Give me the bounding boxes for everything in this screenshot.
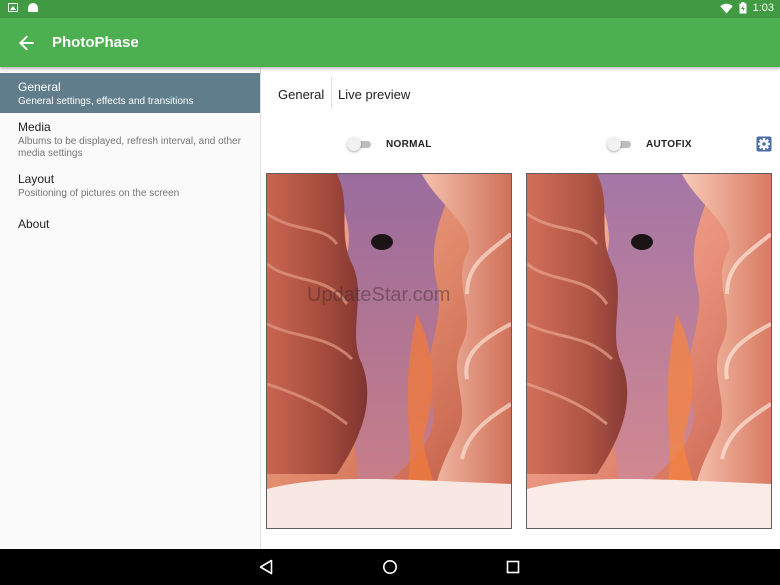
system-nav-bar xyxy=(0,549,780,585)
sidebar-item-media[interactable]: Media Albums to be displayed, refresh in… xyxy=(0,115,260,163)
sidebar-item-subtitle: General settings, effects and transition… xyxy=(18,96,194,107)
normal-toggle-label: NORMAL xyxy=(386,139,432,150)
settings-sidebar: General General settings, effects and tr… xyxy=(0,67,261,549)
sidebar-item-title: General xyxy=(18,80,61,94)
normal-preview-image xyxy=(266,173,512,529)
status-bar: 1:03 xyxy=(0,0,780,18)
sidebar-item-title: About xyxy=(18,217,50,231)
nav-recents-button[interactable] xyxy=(504,558,522,576)
sidebar-item-subtitle: Positioning of pictures on the screen xyxy=(18,188,180,199)
effect-settings-button[interactable] xyxy=(756,136,772,152)
arrow-back-icon xyxy=(19,35,34,51)
sidebar-item-title: Media xyxy=(18,120,51,134)
recents-square-icon xyxy=(506,560,520,574)
nav-back-button[interactable] xyxy=(257,558,275,576)
wifi-icon xyxy=(719,3,733,13)
back-button[interactable] xyxy=(14,30,40,56)
watermark-text: UpdateStar.com xyxy=(307,284,451,306)
tab-divider xyxy=(331,77,332,109)
nav-home-button[interactable] xyxy=(381,558,399,576)
app-title: PhotoPhase xyxy=(52,34,139,51)
tab-general[interactable]: General xyxy=(278,87,324,102)
home-circle-icon xyxy=(383,560,397,574)
app-bar: PhotoPhase xyxy=(0,18,780,67)
clock-time: 1:03 xyxy=(752,2,774,14)
sidebar-item-general[interactable]: General General settings, effects and tr… xyxy=(0,73,260,113)
autofix-toggle-label: AUTOFIX xyxy=(646,139,692,150)
autofix-preview-image xyxy=(526,173,772,529)
back-triangle-icon xyxy=(259,559,273,575)
gear-icon xyxy=(756,136,772,152)
battery-charging-icon xyxy=(739,2,747,14)
sidebar-item-title: Layout xyxy=(18,172,55,186)
autofix-toggle[interactable] xyxy=(607,137,633,151)
normal-toggle[interactable] xyxy=(347,137,373,151)
tab-live-preview[interactable]: Live preview xyxy=(338,87,410,102)
sidebar-item-subtitle: Albums to be displayed, refresh interval… xyxy=(18,136,241,159)
android-notification-icon xyxy=(28,3,38,12)
sidebar-item-layout[interactable]: Layout Positioning of pictures on the sc… xyxy=(0,167,260,205)
image-notification-icon xyxy=(8,3,18,12)
sidebar-item-about[interactable]: About xyxy=(0,211,260,239)
main-panel: General Live preview NORMAL AUTOFIX xyxy=(261,67,780,549)
